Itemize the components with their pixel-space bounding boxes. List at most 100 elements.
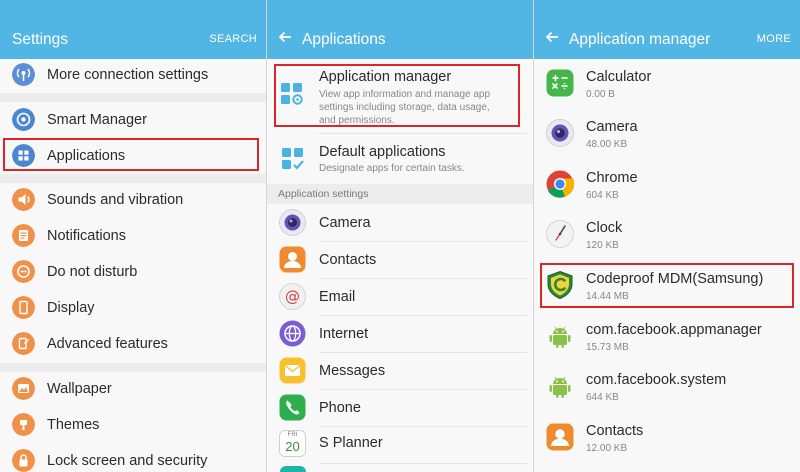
settings-item-label: Smart Manager <box>47 112 147 128</box>
svg-text:@: @ <box>285 288 300 306</box>
app-size: 120 KB <box>586 240 619 251</box>
settings-item-label: Advanced features <box>47 336 168 352</box>
settings-item-sounds[interactable]: Sounds and vibration <box>0 183 266 217</box>
application-manager-header: Application manager MORE <box>534 0 800 59</box>
camera-icon <box>546 119 574 147</box>
themes-icon <box>12 413 35 436</box>
settings-panel: Settings SEARCH More connection settings… <box>0 0 266 472</box>
app-settings-item-email[interactable]: @ Email <box>267 279 533 315</box>
section-divider <box>0 174 266 183</box>
settings-item-do-not-disturb[interactable]: Do not disturb <box>0 255 266 289</box>
page-title: Application manager <box>569 31 711 48</box>
app-size: 12.00 KB <box>586 443 628 454</box>
app-label: S Planner <box>319 435 383 451</box>
android-icon <box>549 376 571 398</box>
phone-icon <box>279 394 306 421</box>
display-icon <box>12 296 35 319</box>
app-name: Chrome <box>586 170 638 186</box>
app-name: Calculator <box>586 69 652 85</box>
internet-icon <box>279 320 306 347</box>
app-row-chrome[interactable]: Chrome 604 KB <box>534 160 800 210</box>
sound-icon <box>12 188 35 211</box>
contacts-icon <box>546 423 574 451</box>
highlight-box-applications <box>3 138 259 171</box>
highlight-box-codeproof <box>540 263 794 308</box>
default-apps-icon <box>282 148 304 170</box>
search-button[interactable]: SEARCH <box>209 33 257 45</box>
back-arrow-icon[interactable] <box>277 29 293 45</box>
settings-item-advanced-features[interactable]: Advanced features <box>0 327 266 361</box>
application-manager-panel: Application manager MORE Calculator 0.00… <box>534 0 800 472</box>
app-settings-item-internet[interactable]: Internet <box>267 316 533 352</box>
do-not-disturb-icon <box>12 260 35 283</box>
settings-item-label: Notifications <box>47 228 126 244</box>
app-row-facebook-system[interactable]: com.facebook.system 644 KB <box>534 362 800 412</box>
connection-icon <box>12 63 35 86</box>
settings-item-lock-screen[interactable]: Lock screen and security <box>0 444 266 472</box>
app-settings-item-s-planner[interactable]: FRI 20 S Planner <box>267 427 533 463</box>
wallpaper-icon <box>12 377 35 400</box>
app-name: Camera <box>586 119 638 135</box>
app-label: Messages <box>319 363 386 379</box>
settings-item-themes[interactable]: Themes <box>0 408 266 442</box>
android-icon <box>549 326 571 348</box>
app-label: Camera <box>319 215 371 231</box>
app-label: Internet <box>319 326 369 342</box>
calculator-icon <box>546 69 574 97</box>
section-header-application-settings: Application settings <box>267 184 533 204</box>
contacts-icon <box>279 246 306 273</box>
back-arrow-icon[interactable] <box>544 29 560 45</box>
settings-item-label: Display <box>47 300 95 316</box>
applications-panel: Applications Application manager View ap… <box>267 0 533 472</box>
settings-item-label: Sounds and vibration <box>47 192 184 208</box>
app-settings-item-messages[interactable]: Messages <box>267 353 533 389</box>
app-row-facebook-appmanager[interactable]: com.facebook.appmanager 15.73 MB <box>534 312 800 362</box>
camera-icon <box>279 209 306 236</box>
settings-item-label: More connection settings <box>47 67 209 83</box>
calendar-icon: FRI 20 <box>279 430 306 457</box>
app-label: Phone <box>319 400 361 416</box>
app-row-calculator[interactable]: Calculator 0.00 B <box>534 59 800 109</box>
settings-item-smart-manager[interactable]: Smart Manager <box>0 102 266 136</box>
app-size: 644 KB <box>586 392 619 403</box>
settings-item-label: Wallpaper <box>47 381 112 397</box>
item-description: Designate apps for certain tasks. <box>319 163 465 174</box>
applications-header: Applications <box>267 0 533 59</box>
email-icon: @ <box>279 283 306 310</box>
app-row-camera[interactable]: Camera 48.00 KB <box>534 109 800 159</box>
app-size: 604 KB <box>586 190 619 201</box>
app-row-clock[interactable]: Clock 120 KB <box>534 210 800 260</box>
lock-icon <box>12 449 35 472</box>
section-divider <box>0 363 266 372</box>
calendar-weekday: FRI <box>287 432 298 438</box>
app-label: Contacts <box>319 252 377 268</box>
app-label: Email <box>319 289 356 305</box>
app-settings-item-phone[interactable]: Phone <box>267 390 533 426</box>
app-name: com.facebook.appmanager <box>586 322 762 338</box>
app-name: Contacts <box>586 423 644 439</box>
highlight-box-application-manager <box>274 64 520 127</box>
app-name: Clock <box>586 220 623 236</box>
settings-item-notifications[interactable]: Notifications <box>0 219 266 253</box>
chrome-icon <box>546 170 574 198</box>
section-divider <box>0 93 266 102</box>
settings-item-label: Do not disturb <box>47 264 138 280</box>
page-title: Applications <box>302 31 386 48</box>
settings-item-label: Themes <box>47 417 100 433</box>
settings-item-display[interactable]: Display <box>0 291 266 325</box>
item-title: Default applications <box>319 144 446 160</box>
clock-icon <box>546 220 574 248</box>
calendar-day: 20 <box>285 439 300 454</box>
app-name: com.facebook.system <box>586 372 727 388</box>
settings-item-more-connection[interactable]: More connection settings <box>0 59 266 93</box>
app-row-contacts[interactable]: Contacts 12.00 KB <box>534 413 800 463</box>
settings-item-wallpaper[interactable]: Wallpaper <box>0 372 266 406</box>
default-applications-item[interactable]: Default applications Designate apps for … <box>267 134 533 180</box>
app-size: 0.00 B <box>586 89 615 100</box>
app-settings-item-contacts[interactable]: Contacts <box>267 242 533 278</box>
more-button[interactable]: MORE <box>757 33 791 45</box>
settings-header: Settings SEARCH <box>0 0 266 59</box>
page-title: Settings <box>12 31 69 48</box>
app-settings-item-camera[interactable]: Camera <box>267 205 533 241</box>
settings-item-label: Lock screen and security <box>47 453 208 469</box>
